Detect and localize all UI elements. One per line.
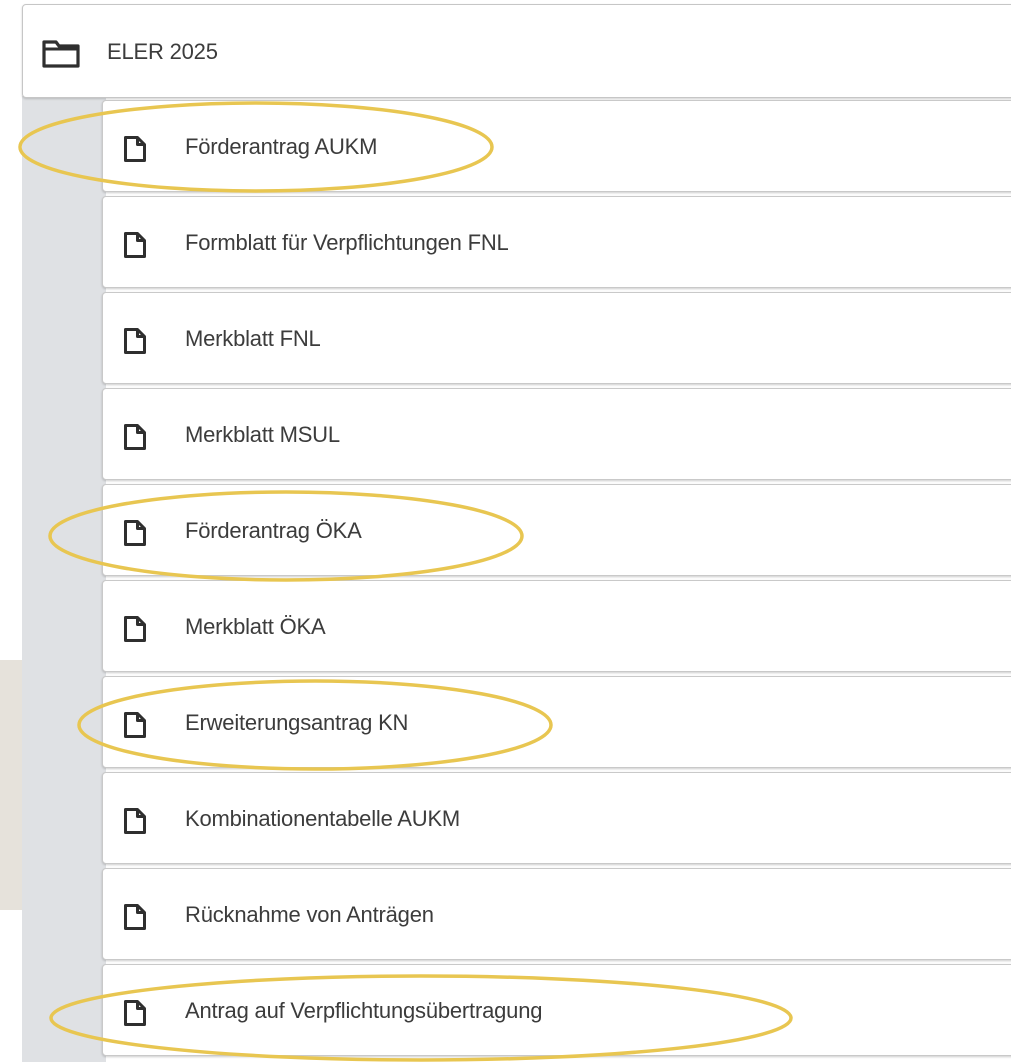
document-label: Formblatt für Verpflichtungen FNL <box>185 230 509 255</box>
document-label: Rücknahme von Anträgen <box>185 902 434 927</box>
document-item-ruecknahme-von-antraegen[interactable]: Rücknahme von Anträgen <box>102 868 1011 960</box>
document-item-merkblatt-oeka[interactable]: Merkblatt ÖKA <box>102 580 1011 672</box>
document-item-merkblatt-fnl[interactable]: Merkblatt FNL <box>102 292 1011 384</box>
document-list: Förderantrag AUKM Formblatt für Verpflic… <box>102 100 1011 1060</box>
background-panel <box>0 660 22 910</box>
document-icon <box>123 999 147 1027</box>
document-icon <box>123 327 147 355</box>
folder-icon <box>41 37 81 69</box>
document-icon <box>123 519 147 547</box>
document-item-foerderantrag-aukm[interactable]: Förderantrag AUKM <box>102 100 1011 192</box>
document-label: Förderantrag ÖKA <box>185 518 362 543</box>
document-label: Förderantrag AUKM <box>185 134 378 159</box>
document-item-foerderantrag-oeka[interactable]: Förderantrag ÖKA <box>102 484 1011 576</box>
document-item-erweiterungsantrag-kn[interactable]: Erweiterungsantrag KN <box>102 676 1011 768</box>
document-icon <box>123 423 147 451</box>
document-item-formblatt-fnl[interactable]: Formblatt für Verpflichtungen FNL <box>102 196 1011 288</box>
document-icon <box>123 711 147 739</box>
document-item-merkblatt-msul[interactable]: Merkblatt MSUL <box>102 388 1011 480</box>
document-icon <box>123 903 147 931</box>
document-label: Kombinationentabelle AUKM <box>185 806 461 831</box>
document-item-antrag-verpflichtungsuebertragung[interactable]: Antrag auf Verpflichtungsübertragung <box>102 964 1011 1056</box>
document-label: Merkblatt FNL <box>185 326 321 351</box>
document-icon <box>123 615 147 643</box>
document-label: Erweiterungsantrag KN <box>185 710 409 735</box>
document-icon <box>123 807 147 835</box>
document-item-kombinationentabelle-aukm[interactable]: Kombinationentabelle AUKM <box>102 772 1011 864</box>
document-icon <box>123 135 147 163</box>
document-label: Merkblatt ÖKA <box>185 614 326 639</box>
folder-row-eler-2025[interactable]: ELER 2025 <box>22 4 1011 98</box>
document-icon <box>123 231 147 259</box>
document-label: Antrag auf Verpflichtungsübertragung <box>185 998 543 1023</box>
tree-indent-guide <box>22 96 106 1062</box>
document-label: Merkblatt MSUL <box>185 422 340 447</box>
folder-label: ELER 2025 <box>107 39 218 64</box>
